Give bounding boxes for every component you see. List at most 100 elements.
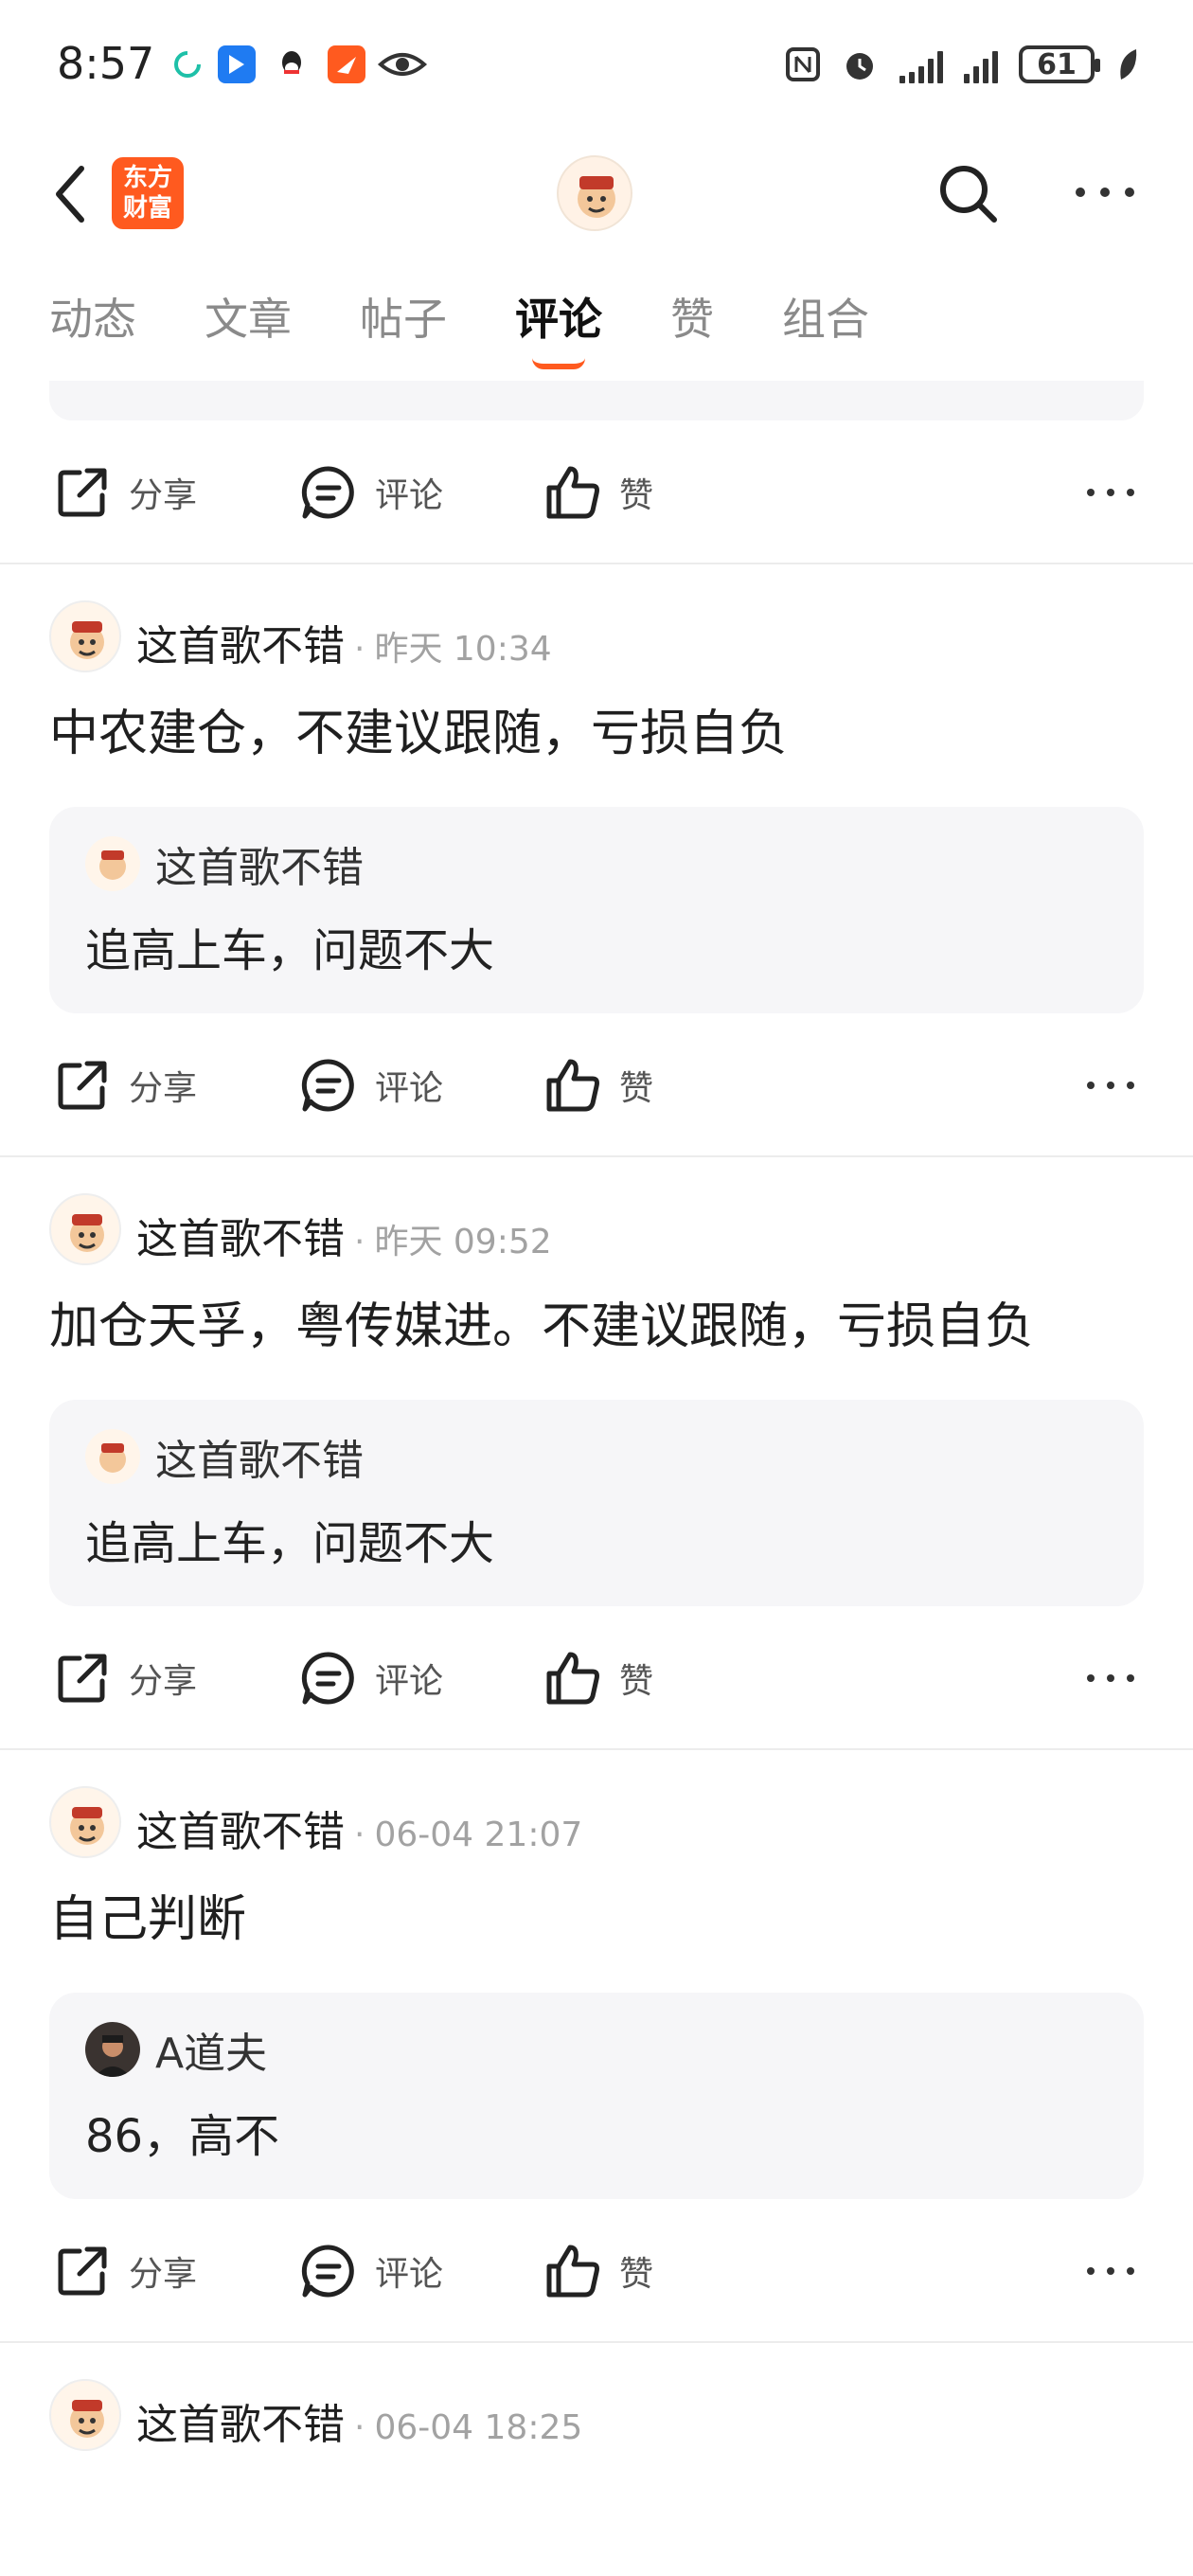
status-bar: 8:57 61	[0, 0, 1193, 133]
quote-text: 追高上车，问题不大	[85, 1517, 495, 1570]
post-time: 昨天 09:52	[374, 1223, 552, 1261]
share-label: 分享	[129, 1662, 198, 1701]
quoted-post[interactable]: 这首歌不错 追高上车，问题不大	[49, 1400, 1144, 1606]
share-button[interactable]: 分享	[53, 1056, 197, 1115]
search-button[interactable]	[935, 161, 1002, 227]
comment-item[interactable]: 这首歌不错 · 昨天 09:52 加仓天孚，粤传媒进。不建议跟随，亏损自负 这首…	[0, 1157, 1193, 1606]
comment-label: 评论	[375, 1662, 444, 1701]
battery-level: 61	[1037, 47, 1077, 81]
thumbs-up-icon	[546, 1652, 599, 1705]
avatar[interactable]	[49, 2379, 121, 2451]
quote-text: 86，高不	[85, 2110, 280, 2163]
share-button[interactable]: 分享	[53, 1649, 197, 1708]
post-time: 昨天 10:34	[374, 630, 552, 669]
share-icon	[58, 2246, 107, 2296]
like-label: 赞	[619, 2255, 654, 2294]
item-more-button[interactable]	[1087, 2267, 1134, 2275]
comment-icon	[301, 1652, 354, 1705]
comment-text: 加仓天孚，粤传媒进。不建议跟随，亏损自负	[49, 1298, 1035, 1355]
like-label: 赞	[619, 476, 654, 515]
quote-avatar	[85, 836, 140, 891]
comment-button[interactable]: 评论	[299, 463, 443, 522]
status-right-group: 61	[786, 45, 1140, 83]
action-bar: 分享 评论 赞	[0, 1013, 1193, 1155]
eye-icon	[377, 45, 428, 83]
like-label: 赞	[619, 1069, 654, 1108]
avatar[interactable]	[49, 1193, 121, 1265]
post-time: 06-04 18:25	[374, 2408, 583, 2447]
signal-strength-icon	[899, 45, 943, 83]
quote-author[interactable]: 这首歌不错	[155, 833, 364, 894]
comment-item[interactable]: 这首歌不错 · 06-04 18:25	[0, 2343, 1193, 2466]
like-button[interactable]: 赞	[543, 2242, 653, 2300]
author-name[interactable]: 这首歌不错	[136, 2390, 345, 2451]
comment-label: 评论	[375, 1069, 444, 1108]
top-navigation-bar: 东方 财富	[0, 133, 1193, 256]
comment-label: 评论	[375, 2255, 444, 2294]
thumbs-up-icon	[546, 2245, 599, 2298]
comment-icon	[301, 1059, 354, 1112]
author-name[interactable]: 这首歌不错	[136, 1205, 345, 1265]
share-label: 分享	[129, 1069, 198, 1108]
like-button[interactable]: 赞	[543, 1649, 653, 1708]
comments-feed: 分享 评论 赞 这首歌不错 · 昨天 10:34 中农建仓，不建议跟随，亏损自负	[0, 381, 1193, 2466]
leaf-icon	[1120, 49, 1137, 80]
action-bar: 分享 评论 赞	[0, 420, 1193, 563]
like-button[interactable]: 赞	[543, 463, 653, 522]
tab-articles[interactable]: 文章	[205, 277, 292, 362]
thumbs-up-icon	[546, 1059, 599, 1112]
action-bar: 分享 评论 赞	[0, 2199, 1193, 2341]
sync-icon	[169, 45, 206, 83]
brand-logo-line2: 财富	[122, 194, 172, 223]
chevron-left-icon	[56, 166, 84, 223]
comment-text: 自己判断	[49, 1891, 247, 1948]
quote-avatar	[85, 2022, 140, 2077]
item-more-button[interactable]	[1087, 1674, 1134, 1682]
brand-logo-line1: 东方	[122, 164, 172, 192]
item-more-button[interactable]	[1087, 489, 1134, 496]
share-button[interactable]: 分享	[53, 463, 197, 522]
status-time: 8:57	[57, 38, 155, 89]
comment-item[interactable]: 这首歌不错 · 昨天 10:34 中农建仓，不建议跟随，亏损自负 这首歌不错 追…	[0, 564, 1193, 1013]
comment-label: 评论	[375, 476, 444, 515]
tab-comments[interactable]: 评论	[515, 277, 602, 369]
comment-button[interactable]: 评论	[299, 2242, 443, 2300]
quoted-post[interactable]: A道夫 86，高不	[49, 1993, 1144, 2199]
comment-text: 中农建仓，不建议跟随，亏损自负	[49, 706, 789, 762]
battery-icon: 61	[1019, 45, 1100, 83]
signal-strength-icon-2	[964, 45, 998, 83]
quoted-post[interactable]: 这首歌不错 追高上车，问题不大	[49, 807, 1144, 1013]
tab-comments-label: 评论	[515, 294, 602, 345]
item-more-button[interactable]	[1087, 1082, 1134, 1089]
nfc-icon	[786, 47, 820, 81]
qq-icon	[273, 45, 311, 83]
profile-avatar[interactable]	[557, 155, 632, 231]
search-icon	[940, 166, 997, 223]
tab-dynamics[interactable]: 动态	[49, 277, 136, 362]
profile-tabs: 动态 文章 帖子 评论 赞 组合	[0, 277, 1193, 381]
quote-avatar	[85, 1429, 140, 1484]
comment-button[interactable]: 评论	[299, 1056, 443, 1115]
app-notification-icon-2	[328, 45, 365, 83]
author-name[interactable]: 这首歌不错	[136, 612, 345, 672]
quote-author[interactable]: 这首歌不错	[155, 1426, 364, 1487]
thumbs-up-icon	[546, 466, 599, 519]
quote-author[interactable]: A道夫	[155, 2019, 267, 2080]
share-button[interactable]: 分享	[53, 2242, 197, 2300]
active-tab-indicator	[532, 358, 585, 369]
author-name[interactable]: 这首歌不错	[136, 1798, 345, 1858]
tab-portfolio[interactable]: 组合	[782, 277, 869, 362]
alarm-icon	[846, 53, 873, 80]
share-icon	[58, 468, 107, 517]
avatar[interactable]	[49, 1786, 121, 1858]
tab-likes[interactable]: 赞	[670, 277, 714, 362]
avatar[interactable]	[49, 600, 121, 672]
comment-item[interactable]: 这首歌不错 · 06-04 21:07 自己判断 A道夫 86，高不	[0, 1750, 1193, 2199]
more-options-button[interactable]	[1076, 188, 1134, 201]
comment-button[interactable]: 评论	[299, 1649, 443, 1708]
like-button[interactable]: 赞	[543, 1056, 653, 1115]
previous-quote-card-tail	[49, 381, 1144, 420]
brand-logo[interactable]: 东方 财富	[112, 157, 184, 229]
tab-posts[interactable]: 帖子	[360, 277, 447, 362]
back-button[interactable]	[45, 161, 102, 227]
